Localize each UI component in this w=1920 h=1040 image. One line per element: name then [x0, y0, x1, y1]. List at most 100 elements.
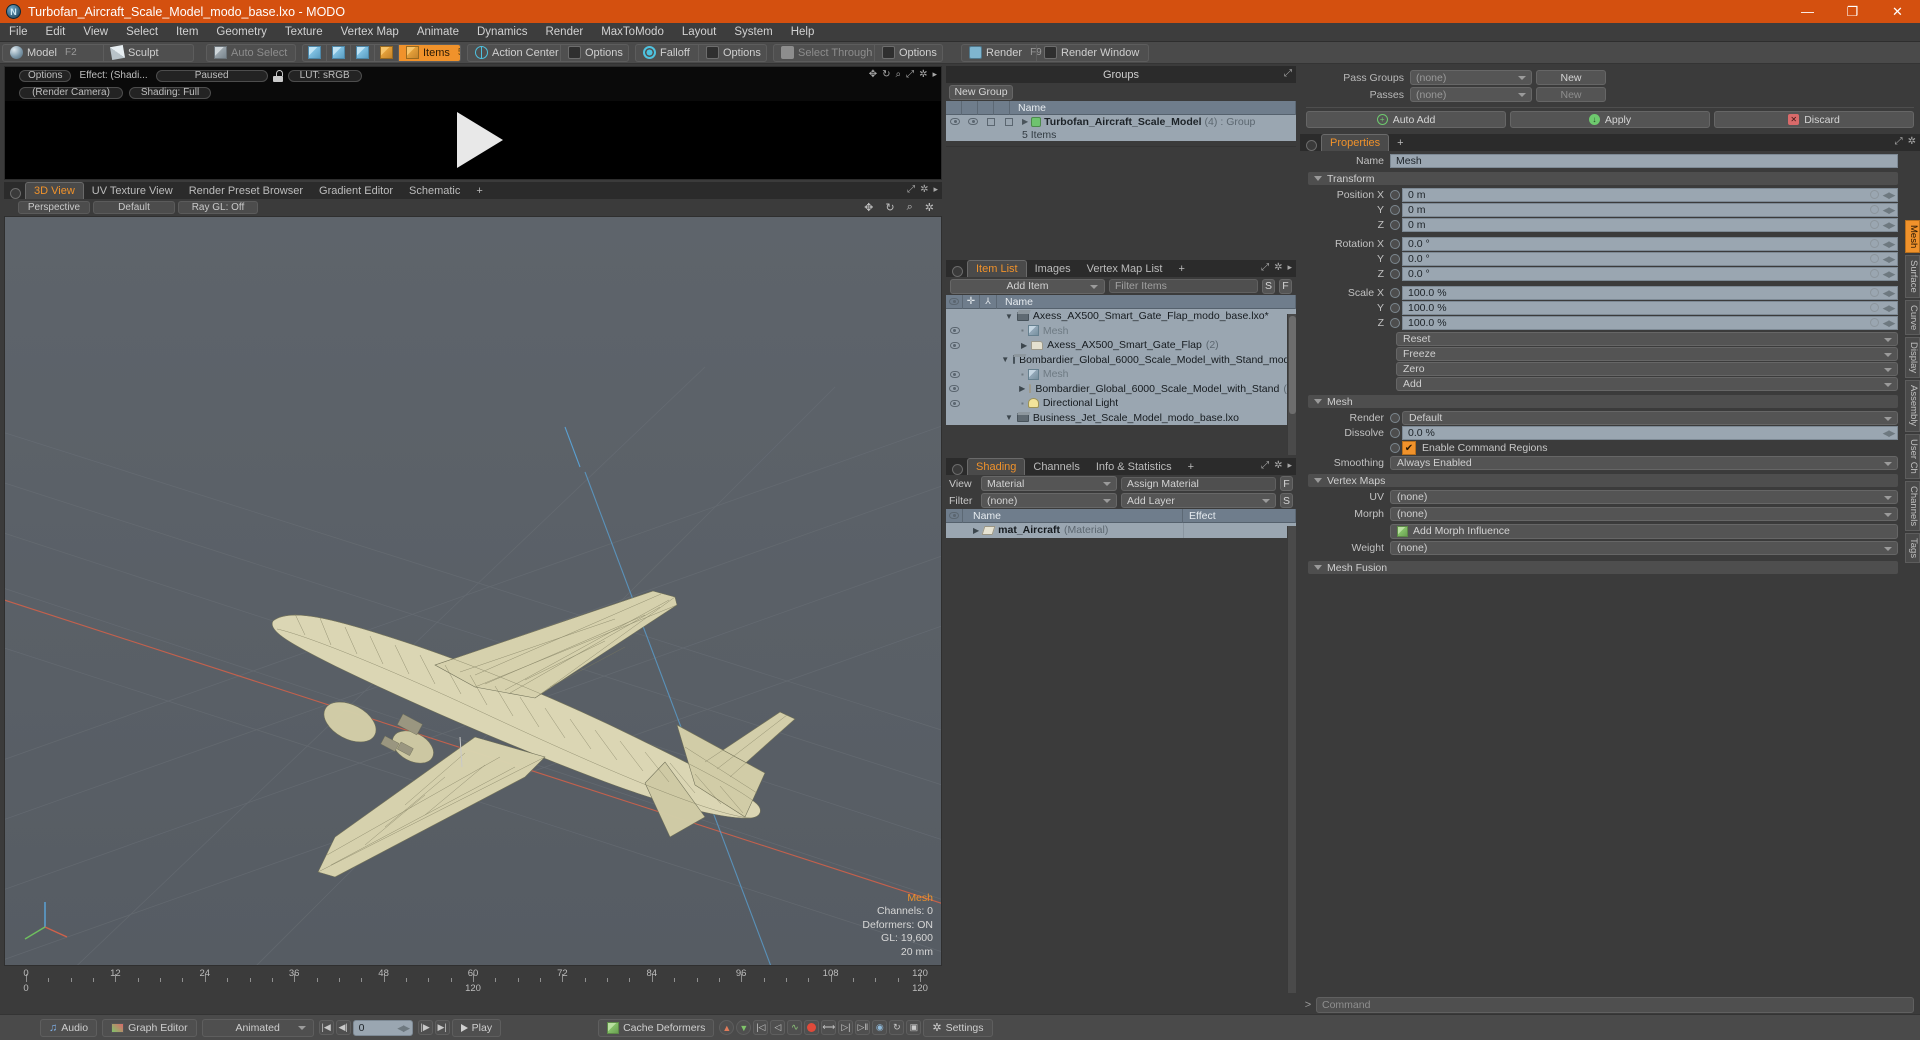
- preview-canvas[interactable]: [5, 101, 941, 179]
- rotate-icon-vp[interactable]: ↻: [885, 201, 894, 214]
- transform-knob-icon[interactable]: [1390, 318, 1400, 328]
- key-down-icon[interactable]: ▼: [736, 1020, 752, 1035]
- expand-icon[interactable]: ⤢: [906, 69, 914, 80]
- add-layer-select[interactable]: Add Layer: [1121, 493, 1276, 508]
- rotate-icon[interactable]: ↻: [882, 69, 890, 80]
- minimize-button[interactable]: —: [1785, 0, 1830, 23]
- transform-action-freeze[interactable]: Freeze: [1396, 347, 1898, 361]
- expand-icon-groups[interactable]: ⤢: [1284, 68, 1292, 79]
- menu-item-layout[interactable]: Layout: [673, 23, 726, 42]
- viewport-menu-dot[interactable]: [10, 188, 21, 199]
- transform-knob-icon[interactable]: [1390, 190, 1400, 200]
- triangle-down-icon-row[interactable]: ▼: [1001, 355, 1009, 364]
- shading-scrollbar[interactable]: [1287, 526, 1296, 993]
- tab-schematic[interactable]: Schematic: [401, 182, 469, 199]
- cache-deformers-button[interactable]: Cache Deformers: [598, 1018, 715, 1037]
- delete-key-icon[interactable]: ▣: [906, 1020, 922, 1035]
- graph-editor-button[interactable]: Graph Editor: [102, 1018, 197, 1037]
- transform-spinner[interactable]: ◀▶: [1882, 190, 1896, 201]
- unlock-icon[interactable]: [272, 69, 284, 82]
- gear-icon[interactable]: ✲: [919, 69, 927, 80]
- transform-knob-icon[interactable]: [1390, 239, 1400, 249]
- key-prev-icon[interactable]: |◁: [753, 1020, 769, 1035]
- menu-item-render[interactable]: Render: [536, 23, 592, 42]
- pan-icon[interactable]: ✥: [864, 201, 873, 214]
- shading-add-tab[interactable]: +: [1179, 458, 1203, 475]
- item-list-row[interactable]: ▶ Bombardier_Global_6000_Scale_Model_with…: [946, 381, 1296, 396]
- transform-field-value[interactable]: 0.0 ° ◀▶: [1402, 267, 1898, 281]
- vtab-mesh[interactable]: Mesh: [1905, 220, 1920, 254]
- transform-spinner[interactable]: ◀▶: [1882, 288, 1896, 299]
- viewport-canvas[interactable]: Mesh Channels: 0 Deformers: ON GL: 19,60…: [4, 216, 942, 966]
- preview-options-button[interactable]: Options: [19, 69, 72, 82]
- gear-icon-vp2[interactable]: ✲: [925, 201, 934, 214]
- nav-first-button[interactable]: |◀: [318, 1020, 334, 1035]
- item-list-row[interactable]: ▼ Business_Jet_Scale_Model_modo_base.lxo: [946, 410, 1296, 425]
- triangle-down-icon-row[interactable]: ▼: [1005, 413, 1013, 422]
- item-list-scrollbar-thumb[interactable]: [1289, 316, 1296, 414]
- expand-icon-props[interactable]: ⤢: [1895, 136, 1903, 147]
- row-visibility-toggle[interactable]: [946, 341, 963, 349]
- shading-filter-select[interactable]: (none): [981, 493, 1117, 508]
- perspective-button[interactable]: Perspective: [18, 201, 90, 214]
- row-checkbox-2[interactable]: [1000, 117, 1018, 126]
- tab-info-statistics[interactable]: Info & Statistics: [1087, 458, 1180, 475]
- preview-effect-label[interactable]: Effect: (Shadi...: [75, 70, 151, 81]
- vtab-surface[interactable]: Surface: [1905, 255, 1920, 298]
- shading-col-eye[interactable]: [946, 508, 963, 523]
- shading-view-select[interactable]: Material: [981, 476, 1117, 491]
- transform-knob2-icon[interactable]: [1870, 269, 1879, 278]
- tab-properties[interactable]: Properties: [1321, 134, 1390, 151]
- gear-icon-props[interactable]: ✲: [1908, 136, 1916, 147]
- item-col-axis[interactable]: ⅄: [980, 294, 997, 309]
- item-list-s-button[interactable]: S: [1262, 278, 1275, 294]
- shading-menu-dot[interactable]: [952, 464, 963, 475]
- passes-select[interactable]: (none): [1410, 87, 1532, 102]
- render-select[interactable]: Default: [1402, 411, 1898, 425]
- transform-knob2-icon[interactable]: [1870, 205, 1879, 214]
- menu-item-help[interactable]: Help: [782, 23, 824, 42]
- transform-knob2-icon[interactable]: [1870, 254, 1879, 263]
- item-list-row[interactable]: ▶ Axess_AX500_Smart_Gate_Flap (2): [946, 338, 1296, 353]
- pass-groups-new-button[interactable]: New: [1536, 70, 1606, 85]
- command-regions-knob-icon[interactable]: [1390, 443, 1400, 453]
- render-camera-button[interactable]: (Render Camera): [19, 86, 123, 99]
- play-button[interactable]: Play: [451, 1018, 502, 1037]
- chevron-right-icon[interactable]: ▸: [932, 69, 937, 80]
- expand-icon-il[interactable]: ⤢: [1261, 262, 1269, 273]
- key-last-icon[interactable]: ▷‖: [855, 1020, 871, 1035]
- chevron-right-icon-vp[interactable]: ▸: [933, 184, 938, 195]
- transform-knob-icon[interactable]: [1390, 205, 1400, 215]
- row-visibility-toggle[interactable]: [946, 370, 963, 378]
- model-mode-button[interactable]: Model F2: [3, 45, 103, 61]
- render-button[interactable]: Render F9: [962, 45, 1042, 61]
- auto-select-button[interactable]: Auto Select: [207, 45, 295, 61]
- tab-vertex-map-list[interactable]: Vertex Map List: [1078, 260, 1171, 277]
- item-list-row[interactable]: ▪ Directional Light: [946, 396, 1296, 411]
- assign-material-button[interactable]: Assign Material: [1121, 476, 1276, 491]
- mesh-fusion-section-header[interactable]: Mesh Fusion: [1308, 561, 1898, 574]
- menu-item-system[interactable]: System: [725, 23, 781, 42]
- menu-item-maxtomodo[interactable]: MaxToModo: [592, 23, 673, 42]
- tab-render-preset-browser[interactable]: Render Preset Browser: [180, 182, 312, 199]
- tab-3d-view[interactable]: 3D View: [25, 182, 84, 199]
- falloff-options-button[interactable]: Options: [698, 44, 766, 61]
- audio-button[interactable]: ♫ Audio: [40, 1018, 98, 1037]
- menu-item-animate[interactable]: Animate: [408, 23, 468, 42]
- item-list-f-button[interactable]: F: [1279, 278, 1292, 294]
- row-eye-toggle[interactable]: [946, 118, 964, 125]
- shading-s-button[interactable]: S: [1280, 493, 1293, 508]
- dissolve-knob-icon[interactable]: [1390, 428, 1400, 438]
- transform-field-value[interactable]: 0 m ◀▶: [1402, 203, 1898, 217]
- menu-item-vertex-map[interactable]: Vertex Map: [332, 23, 408, 42]
- reload-key-icon[interactable]: ↻: [889, 1020, 905, 1035]
- action-center-button[interactable]: Action Center: [468, 45, 560, 61]
- viewport-ruler[interactable]: 0 12 24 36 48 60 72 84 96 108 120 0 120 120: [4, 968, 942, 994]
- triangle-down-icon-row[interactable]: ▼: [1005, 312, 1013, 321]
- pass-groups-select[interactable]: (none): [1410, 70, 1532, 85]
- key-range-icon[interactable]: ⟷: [821, 1020, 837, 1035]
- properties-add-tab[interactable]: +: [1389, 134, 1412, 151]
- curve-key-icon[interactable]: ∿: [787, 1020, 803, 1035]
- transform-knob-icon[interactable]: [1390, 254, 1400, 264]
- animated-select[interactable]: Animated: [201, 1018, 314, 1037]
